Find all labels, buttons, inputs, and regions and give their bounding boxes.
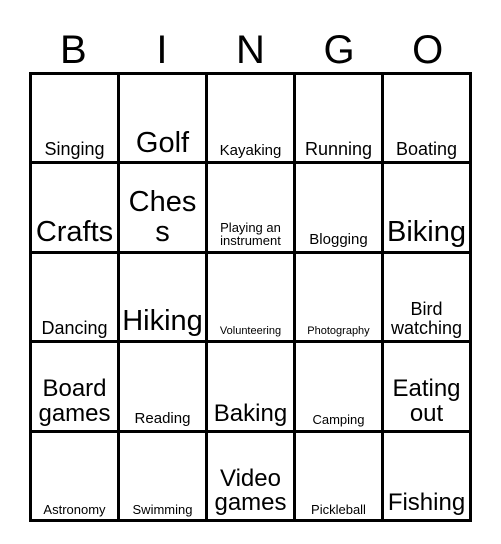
bingo-cell[interactable]: Baking (208, 343, 296, 433)
bingo-cell[interactable]: Boating (384, 75, 472, 165)
bingo-cell-label: Boating (395, 138, 458, 159)
bingo-cell-label: Photography (307, 324, 370, 337)
bingo-cell[interactable]: Reading (120, 343, 208, 433)
bingo-grid: Singing Golf Kayaking Running Boating Cr… (29, 72, 472, 522)
bingo-cell-label: Hiking (122, 305, 203, 338)
bingo-cell-label: Bird watching (390, 299, 463, 338)
bingo-cell[interactable]: Fishing (384, 432, 472, 522)
header-letter-b: B (59, 28, 87, 72)
bingo-cell-label: Board games (38, 375, 111, 427)
bingo-cell-label: Chess (128, 186, 197, 248)
header-letter-i: I (156, 28, 168, 72)
bingo-cell-label: Baking (213, 399, 288, 427)
bingo-cell-label: Eating out (392, 375, 461, 427)
bingo-cell-label: Playing an instrument (220, 220, 281, 249)
bingo-cell-label: Crafts (35, 215, 114, 248)
header-letter-n: N (236, 28, 265, 72)
bingo-cell[interactable]: Blogging (296, 164, 384, 254)
bingo-cell[interactable]: Dancing (32, 253, 120, 344)
bingo-cell-label: Dancing (41, 317, 108, 338)
bingo-cell[interactable]: Astronomy (32, 432, 120, 522)
bingo-cell[interactable]: Biking (384, 164, 472, 254)
bingo-cell-label: Video games (214, 464, 287, 517)
bingo-cell[interactable]: Volunteering (208, 253, 296, 344)
bingo-cell[interactable]: Hiking (120, 253, 208, 344)
bingo-cell[interactable]: Kayaking (208, 75, 296, 165)
header-letter-g: G (323, 28, 355, 72)
bingo-cell[interactable]: Golf (120, 75, 208, 165)
bingo-cell[interactable]: Chess (120, 164, 208, 254)
bingo-cell-label: Running (304, 138, 373, 159)
bingo-cell-label: Volunteering (219, 324, 282, 337)
bingo-cell[interactable]: Video games (208, 432, 296, 522)
bingo-cell[interactable]: Singing (32, 75, 120, 165)
bingo-cell-label: Golf (135, 126, 190, 159)
bingo-cell-label: Pickleball (311, 501, 366, 517)
bingo-cell-label: Fishing (387, 489, 466, 517)
bingo-cell[interactable]: Playing an instrument (208, 164, 296, 254)
bingo-header-row: B I N G O (29, 14, 472, 72)
bingo-cell-label: Kayaking (219, 141, 282, 159)
bingo-cell-label: Camping (312, 412, 365, 428)
header-letter-o: O (412, 28, 444, 72)
bingo-cell[interactable]: Crafts (32, 164, 120, 254)
bingo-cell[interactable]: Board games (32, 343, 120, 433)
bingo-cell[interactable]: Bird watching (384, 253, 472, 344)
bingo-cell-label: Biking (387, 215, 466, 248)
bingo-cell-label: Blogging (309, 231, 368, 249)
bingo-cell[interactable]: Running (296, 75, 384, 165)
bingo-cell-label: Reading (134, 410, 191, 428)
bingo-cell[interactable]: Photography (296, 253, 384, 344)
bingo-cell[interactable]: Camping (296, 343, 384, 433)
bingo-cell[interactable]: Eating out (384, 343, 472, 433)
bingo-cell[interactable]: Swimming (120, 432, 208, 522)
bingo-cell-label: Singing (44, 138, 105, 159)
bingo-card: B I N G O Singing Golf Kayaking Running … (29, 14, 472, 522)
bingo-cell-label: Astronomy (43, 501, 106, 517)
bingo-cell-label: Swimming (132, 501, 193, 517)
bingo-cell[interactable]: Pickleball (296, 432, 384, 522)
